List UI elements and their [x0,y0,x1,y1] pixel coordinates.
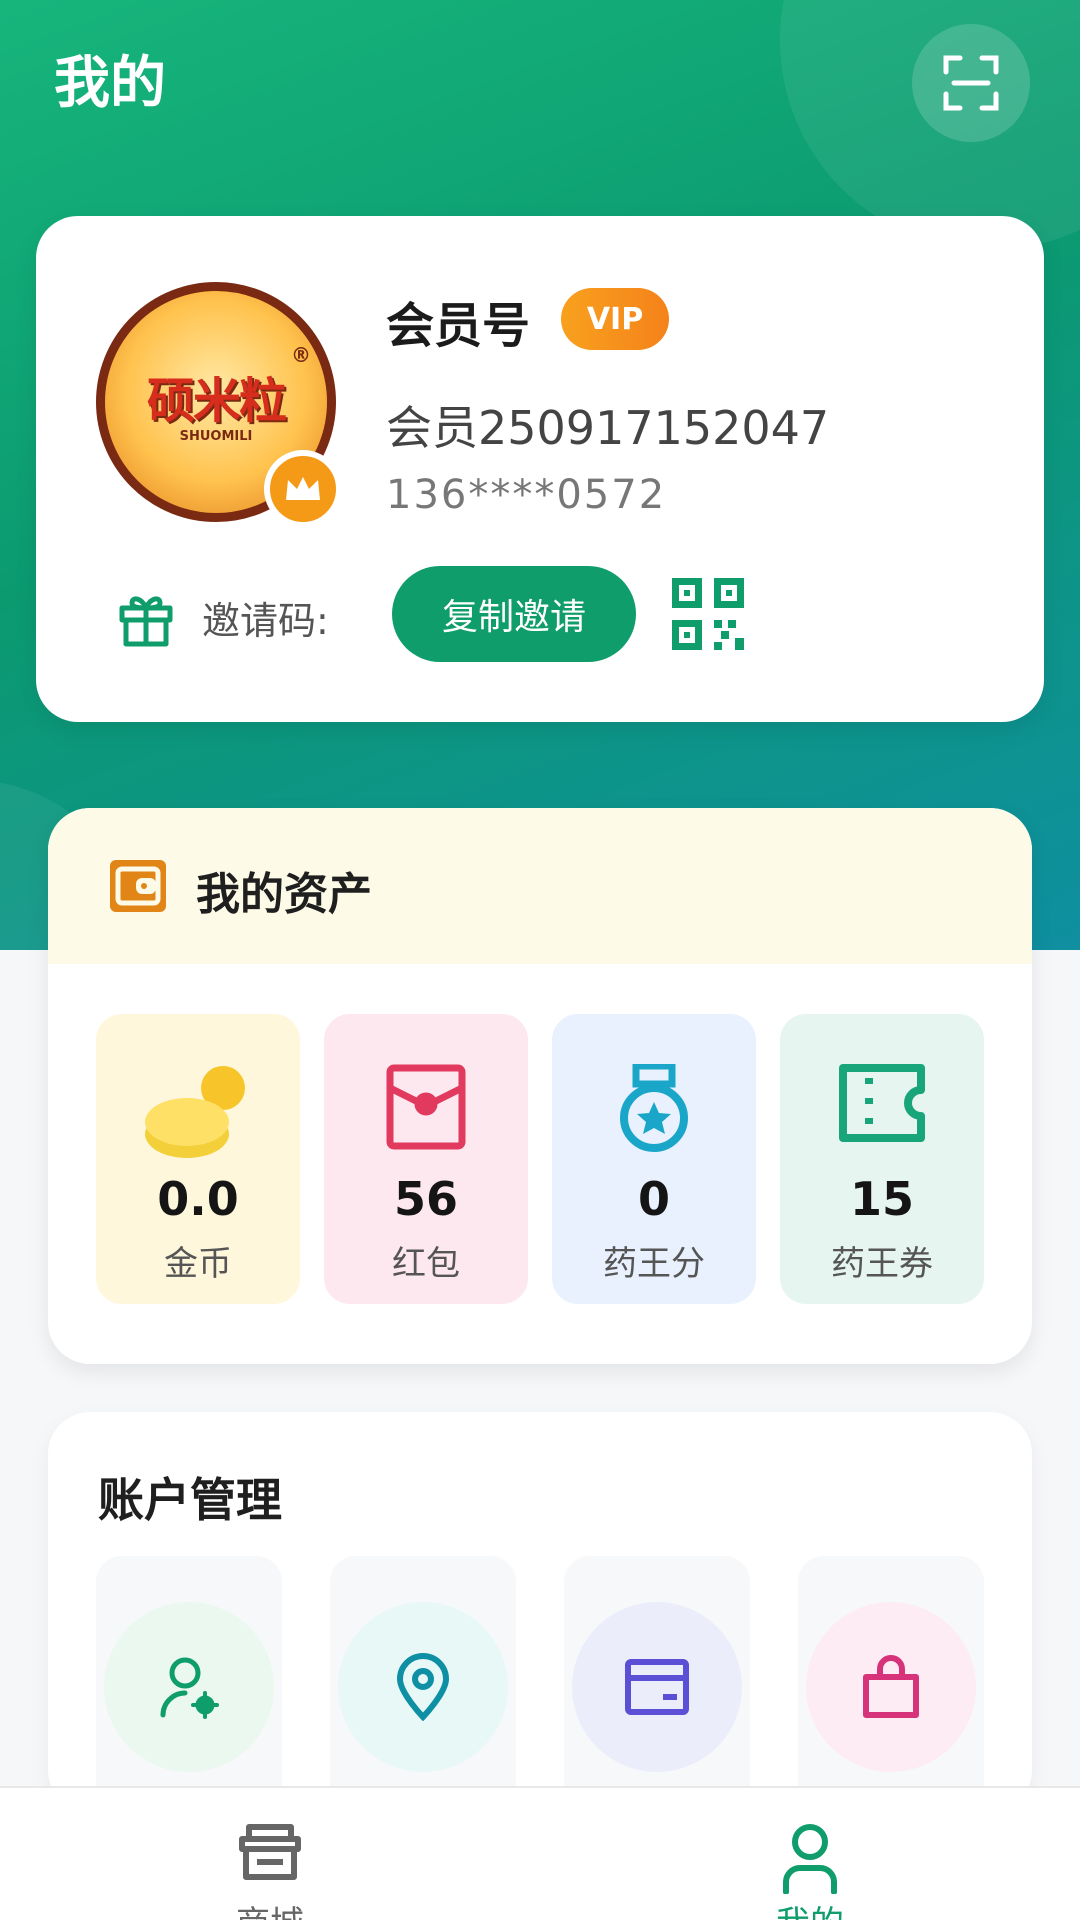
profile-card: ® 硕米粒 SHUOMILI 会员号 VIP 会员250917152047 13… [36,216,1044,722]
avatar-brand-text: 硕米粒 [146,372,287,429]
gift-icon [119,596,173,647]
scan-button[interactable] [912,24,1030,142]
crown-icon [286,477,320,500]
avatar-registered-mark: ® [291,343,311,367]
ticket-icon [839,1064,925,1142]
qr-code-icon[interactable] [672,578,744,650]
asset-value: 0.0 [157,1172,239,1226]
store-icon [239,1824,301,1880]
crown-badge [264,450,342,528]
card-icon [625,1659,689,1715]
account-item-card[interactable] [564,1556,750,1812]
asset-tile-coins[interactable]: 0.0 金币 [96,1014,300,1304]
icon-circle [104,1602,274,1772]
tab-label: 商城 [0,1896,540,1920]
asset-value: 56 [393,1172,458,1226]
invite-code-label: 邀请码: [202,599,329,643]
assets-title: 我的资产 [196,869,372,920]
asset-label: 药王分 [603,1244,705,1284]
scan-icon [943,55,999,111]
account-item-orders[interactable] [798,1556,984,1812]
account-item-address[interactable] [330,1556,516,1812]
medal-icon [620,1064,688,1152]
profile-icon [783,1824,837,1894]
icon-circle [806,1602,976,1772]
assets-card: 我的资产 0.0 金币 56 红包 0 药王分 15 药王券 [48,808,1032,1364]
shopping-bag-icon [863,1655,919,1718]
tab-store[interactable]: 商城 [0,1788,540,1920]
red-envelope-icon [386,1064,466,1150]
tab-label: 我的 [540,1896,1080,1920]
avatar-brand-subtext: SHUOMILI [179,428,253,444]
icon-circle [572,1602,742,1772]
assets-header: 我的资产 [48,808,1032,964]
page-title: 我的 [54,51,166,116]
asset-label: 红包 [392,1244,460,1284]
tab-profile[interactable]: 我的 [540,1788,1080,1920]
asset-value: 0 [637,1172,670,1226]
user-settings-icon [160,1657,219,1719]
account-item-user-settings[interactable] [96,1556,282,1812]
member-id: 会员250917152047 [386,401,830,455]
asset-label: 金币 [164,1244,232,1284]
member-title: 会员号 [386,298,531,354]
vip-badge: VIP [561,288,669,350]
account-management-card: 账户管理 [48,1412,1032,1812]
asset-tile-medal[interactable]: 0 药王分 [552,1014,756,1304]
location-pin-icon [396,1653,450,1721]
bottom-tab-bar: 商城 我的 [0,1786,1080,1920]
asset-value: 15 [849,1172,914,1226]
asset-tile-red-envelope[interactable]: 56 红包 [324,1014,528,1304]
asset-label: 药王券 [831,1244,933,1284]
account-management-title: 账户管理 [98,1473,282,1527]
copy-invite-button[interactable]: 复制邀请 [392,566,636,662]
asset-tile-ticket[interactable]: 15 药王券 [780,1014,984,1304]
member-phone: 136****0572 [386,472,667,518]
icon-circle [338,1602,508,1772]
coins-icon [145,1066,245,1158]
wallet-icon [110,860,166,912]
